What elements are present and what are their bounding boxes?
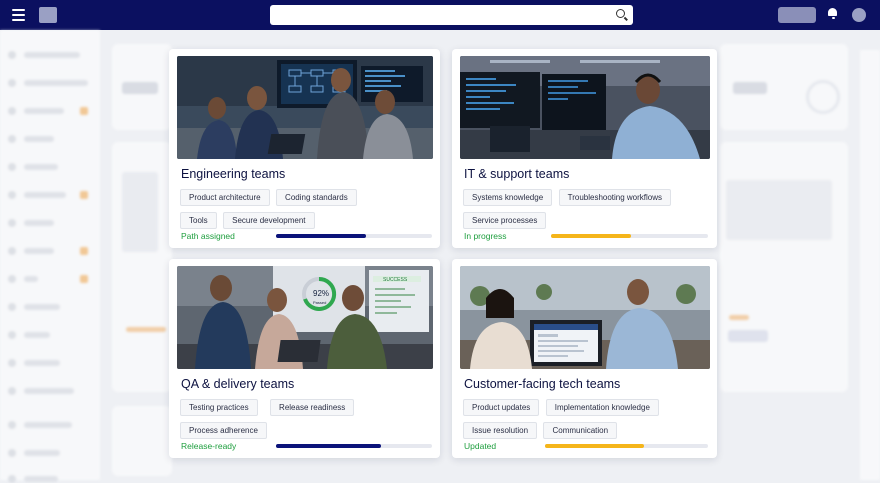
tag-chip[interactable]: Product updates xyxy=(463,399,540,416)
avatar[interactable] xyxy=(852,8,866,22)
card-photo xyxy=(460,56,710,159)
bell-icon[interactable] xyxy=(828,8,838,19)
tag-chip[interactable]: Implementation knowledge xyxy=(545,399,659,416)
logo[interactable] xyxy=(39,7,57,23)
tag-list: Product architecture Coding standards To… xyxy=(180,187,440,233)
tag-chip[interactable]: Issue resolution xyxy=(463,422,538,439)
tag-chip[interactable]: Troubleshooting workflows xyxy=(558,189,672,206)
status-label: In progress xyxy=(464,231,507,241)
success-label: SUCCESS xyxy=(383,277,408,283)
tag-chip[interactable]: Testing practices xyxy=(180,399,258,416)
tag-chip[interactable]: Coding standards xyxy=(276,189,357,206)
card-title: QA & delivery teams xyxy=(181,377,295,391)
search-icon[interactable] xyxy=(616,9,625,18)
tag-chip[interactable]: Systems knowledge xyxy=(463,189,553,206)
progress-fill xyxy=(276,444,381,448)
top-bar xyxy=(0,0,880,30)
progress-bar xyxy=(545,444,708,448)
sidebar xyxy=(0,30,100,483)
tag-chip[interactable]: Product architecture xyxy=(180,189,270,206)
progress-fill xyxy=(551,234,632,238)
card-qa-delivery[interactable]: 92% Passed SUCCESS QA & delivery teams T… xyxy=(169,259,440,458)
tag-chip[interactable]: Secure development xyxy=(223,212,315,229)
passed-percent: 92% xyxy=(313,289,329,298)
card-photo xyxy=(177,56,433,159)
status-label: Path assigned xyxy=(181,231,235,241)
card-title: Customer-facing tech teams xyxy=(464,377,621,391)
card-engineering[interactable]: Engineering teams Product architecture C… xyxy=(169,49,440,248)
progress-fill xyxy=(276,234,367,238)
tag-chip[interactable]: Service processes xyxy=(463,212,547,229)
progress-fill xyxy=(545,444,645,448)
card-photo xyxy=(460,266,710,369)
top-action-button[interactable] xyxy=(778,7,816,23)
tag-list: Product updates Implementation knowledge… xyxy=(463,397,723,443)
card-title: IT & support teams xyxy=(464,167,570,181)
progress-bar xyxy=(276,234,432,238)
tag-chip[interactable]: Process adherence xyxy=(180,422,267,439)
tag-chip[interactable]: Release readiness xyxy=(270,399,355,416)
card-title: Engineering teams xyxy=(181,167,286,181)
card-customer-facing[interactable]: Customer-facing tech teams Product updat… xyxy=(452,259,717,458)
card-photo: 92% Passed SUCCESS xyxy=(177,266,433,369)
tag-chip[interactable]: Communication xyxy=(543,422,618,439)
menu-icon[interactable] xyxy=(12,9,25,21)
status-label: Updated xyxy=(464,441,497,451)
tag-chip[interactable]: Tools xyxy=(180,212,217,229)
progress-bar xyxy=(276,444,432,448)
card-it-support[interactable]: IT & support teams Systems knowledge Tro… xyxy=(452,49,717,248)
search-input[interactable] xyxy=(270,5,633,25)
status-label: Release-ready xyxy=(181,441,237,451)
passed-label: Passed xyxy=(313,300,326,305)
progress-bar xyxy=(551,234,708,238)
background-dashboard xyxy=(0,30,880,483)
tag-list: Systems knowledge Troubleshooting workfl… xyxy=(463,187,723,233)
tag-list: Testing practices Release readiness Proc… xyxy=(180,397,440,443)
